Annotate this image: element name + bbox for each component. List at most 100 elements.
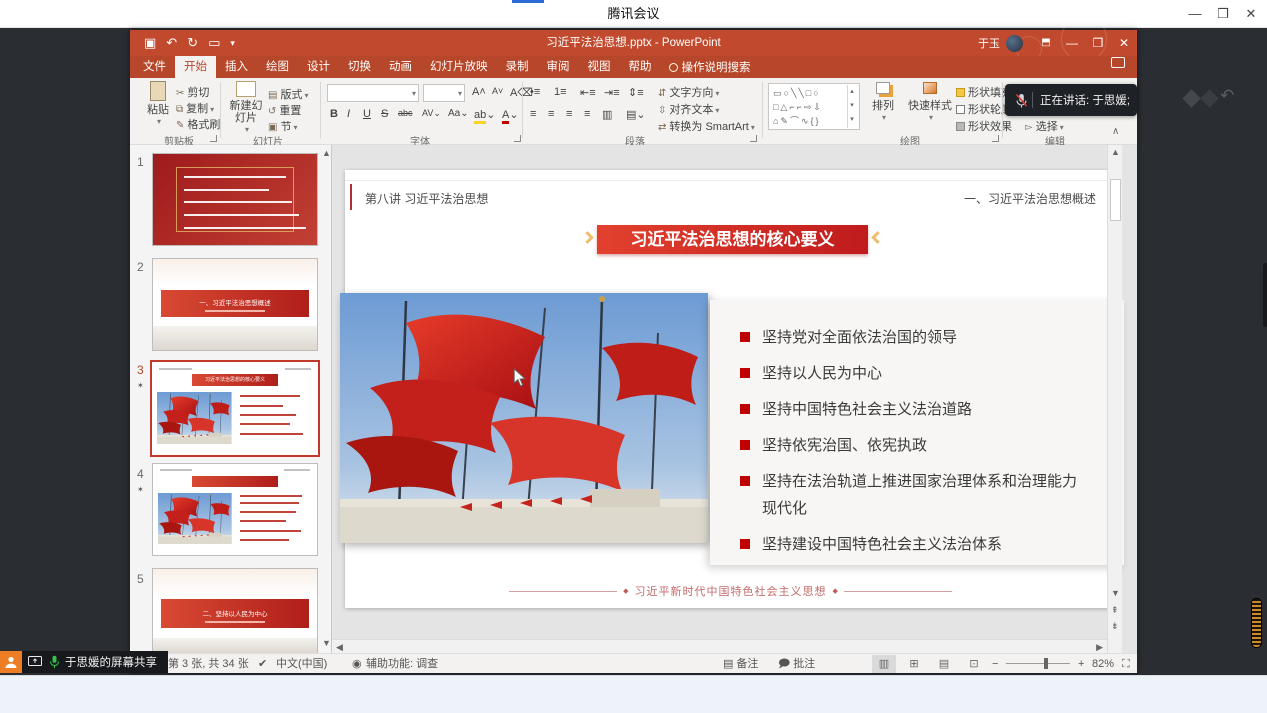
zoom-level[interactable]: 82%: [1092, 654, 1114, 674]
zoom-out-icon[interactable]: −: [992, 654, 998, 674]
close-button[interactable]: ✕: [1237, 0, 1265, 28]
font-name-select[interactable]: ▾: [327, 84, 419, 102]
format-painter-button[interactable]: ✎格式刷: [176, 116, 220, 132]
minimize-button[interactable]: —: [1181, 0, 1209, 28]
redo-icon[interactable]: ↻: [187, 30, 198, 56]
shape-fill-button[interactable]: 形状填充: [956, 84, 1012, 100]
scrollbar-thumb[interactable]: [1110, 179, 1121, 221]
smartart-button[interactable]: ⇄转换为 SmartArt▾: [658, 118, 755, 134]
align-left-icon[interactable]: ≡: [530, 108, 536, 120]
line-spacing-icon[interactable]: ⇕≡: [628, 86, 644, 99]
arrange-button[interactable]: 排列▾: [866, 82, 900, 124]
tab-slideshow[interactable]: 幻灯片放映: [421, 56, 497, 78]
ppt-restore-button[interactable]: ❒: [1085, 30, 1111, 56]
italic-button[interactable]: I: [347, 108, 350, 120]
participant-avatar-icon[interactable]: [0, 651, 22, 673]
table-cell-icon[interactable]: ▤⌄: [626, 108, 646, 121]
font-size-select[interactable]: ▾: [423, 84, 465, 102]
shape-outline-button[interactable]: 形状轮廓: [956, 101, 1012, 117]
view-reading-icon[interactable]: ▤: [932, 655, 956, 673]
ribbon-display-options-icon[interactable]: ⬒: [1033, 30, 1059, 56]
scroll-left-icon[interactable]: ◀: [336, 642, 343, 653]
view-slideshow-icon[interactable]: ⊡: [962, 655, 986, 673]
tab-design[interactable]: 设计: [298, 56, 339, 78]
align-center-icon[interactable]: ≡: [548, 108, 554, 120]
notes-button[interactable]: ▤备注: [723, 654, 758, 674]
highlight-color-icon[interactable]: ab⌄: [474, 108, 495, 121]
clipboard-dialog-launcher[interactable]: [210, 135, 217, 142]
language-indicator[interactable]: 中文(中国): [276, 654, 327, 674]
layout-button[interactable]: ▤版式▾: [268, 86, 308, 102]
ppt-close-button[interactable]: ✕: [1111, 30, 1137, 56]
tab-home[interactable]: 开始: [175, 56, 216, 78]
columns-icon[interactable]: ▥: [602, 108, 612, 121]
slide-vertical-scrollbar[interactable]: ▲ ▼ ⇞ ⇟: [1107, 145, 1122, 653]
tab-help[interactable]: 帮助: [620, 56, 661, 78]
tab-animations[interactable]: 动画: [380, 56, 421, 78]
text-direction-button[interactable]: ⇵文字方向▾: [658, 84, 719, 100]
view-slide-sorter-icon[interactable]: ⊞: [902, 655, 926, 673]
bold-button[interactable]: B: [330, 108, 338, 120]
start-slideshow-icon[interactable]: ▭: [208, 30, 220, 56]
reset-button[interactable]: ↺重置: [268, 102, 301, 118]
qat-customize-icon[interactable]: ▾: [230, 30, 235, 56]
font-dialog-launcher[interactable]: [514, 135, 521, 142]
subscript-icon[interactable]: abc: [398, 108, 413, 118]
current-slide[interactable]: 第八讲 习近平法治思想 一、习近平法治思想概述 习近平法治思想的核心要义 坚持党…: [345, 170, 1116, 608]
grow-font-icon[interactable]: A˄: [472, 86, 486, 98]
comments-button[interactable]: 🗩批注: [778, 654, 815, 674]
quick-styles-button[interactable]: 快速样式▾: [904, 82, 956, 124]
comments-icon[interactable]: [1111, 57, 1125, 68]
meeting-scrollbar[interactable]: [1251, 598, 1262, 648]
shape-gallery-scroll[interactable]: ▴▾▾: [847, 85, 858, 128]
underline-button[interactable]: U: [363, 108, 371, 120]
edge-panel-handle[interactable]: [1263, 263, 1267, 327]
strikethrough-button[interactable]: S: [381, 108, 388, 120]
fit-slide-icon[interactable]: ⛶: [1122, 654, 1130, 674]
next-slide-icon[interactable]: ⇟: [1111, 621, 1119, 632]
zoom-in-icon[interactable]: +: [1078, 654, 1084, 674]
view-normal-icon[interactable]: ▥: [872, 655, 896, 673]
tab-file[interactable]: 文件: [134, 56, 175, 78]
undo-icon[interactable]: ↶: [166, 30, 177, 56]
align-text-button[interactable]: ⇳对齐文本▾: [658, 101, 719, 117]
collapse-ribbon-button[interactable]: ∧: [1112, 126, 1119, 137]
scroll-up-icon[interactable]: ▲: [1111, 147, 1120, 157]
decrease-indent-icon[interactable]: ⇤≡: [580, 86, 596, 99]
copy-button[interactable]: ⧉复制▾: [176, 100, 214, 116]
font-color-icon[interactable]: A⌄: [502, 108, 519, 121]
zoom-slider[interactable]: [1006, 663, 1070, 664]
increase-indent-icon[interactable]: ⇥≡: [604, 86, 620, 99]
tab-transitions[interactable]: 切换: [339, 56, 380, 78]
tab-record[interactable]: 录制: [497, 56, 538, 78]
align-right-icon[interactable]: ≡: [566, 108, 572, 120]
tab-view[interactable]: 视图: [579, 56, 620, 78]
save-icon[interactable]: ▣: [144, 30, 156, 56]
section-button[interactable]: ▣节▾: [268, 118, 297, 134]
change-case-icon[interactable]: Aa⌄: [448, 108, 469, 119]
avatar[interactable]: [1006, 35, 1023, 52]
shrink-font-icon[interactable]: A˅: [492, 86, 503, 96]
slide-thumbnail-2[interactable]: 一、习近平法治思想概述: [152, 258, 318, 351]
paste-button[interactable]: 粘贴▾: [140, 81, 176, 128]
bullets-icon[interactable]: •≡: [530, 86, 540, 98]
restore-button[interactable]: ❒: [1209, 0, 1237, 28]
accessibility-status[interactable]: 辅助功能: 调查: [366, 654, 438, 674]
thumb-scroll-up-icon[interactable]: ▲: [322, 148, 331, 158]
tab-draw[interactable]: 绘图: [257, 56, 298, 78]
paragraph-dialog-launcher[interactable]: [750, 135, 757, 142]
justify-icon[interactable]: ≡: [584, 108, 590, 120]
spellcheck-icon[interactable]: ✔: [258, 654, 267, 674]
slide-thumbnail-1[interactable]: [152, 153, 318, 246]
tab-review[interactable]: 审阅: [538, 56, 579, 78]
scroll-down-icon[interactable]: ▼: [1111, 588, 1120, 598]
select-button[interactable]: ▻选择▾: [1025, 118, 1064, 134]
ppt-minimize-button[interactable]: —: [1059, 30, 1085, 56]
scroll-right-icon[interactable]: ▶: [1096, 642, 1103, 653]
drawing-dialog-launcher[interactable]: [992, 135, 999, 142]
numbering-icon[interactable]: 1≡: [554, 86, 567, 98]
shape-effects-button[interactable]: 形状效果: [956, 118, 1012, 134]
slide-thumbnail-3-selected[interactable]: 习近平法治思想的核心要义: [150, 360, 320, 457]
slide-thumbnail-4[interactable]: [152, 463, 318, 556]
char-spacing-icon[interactable]: AV⌄: [422, 108, 441, 119]
